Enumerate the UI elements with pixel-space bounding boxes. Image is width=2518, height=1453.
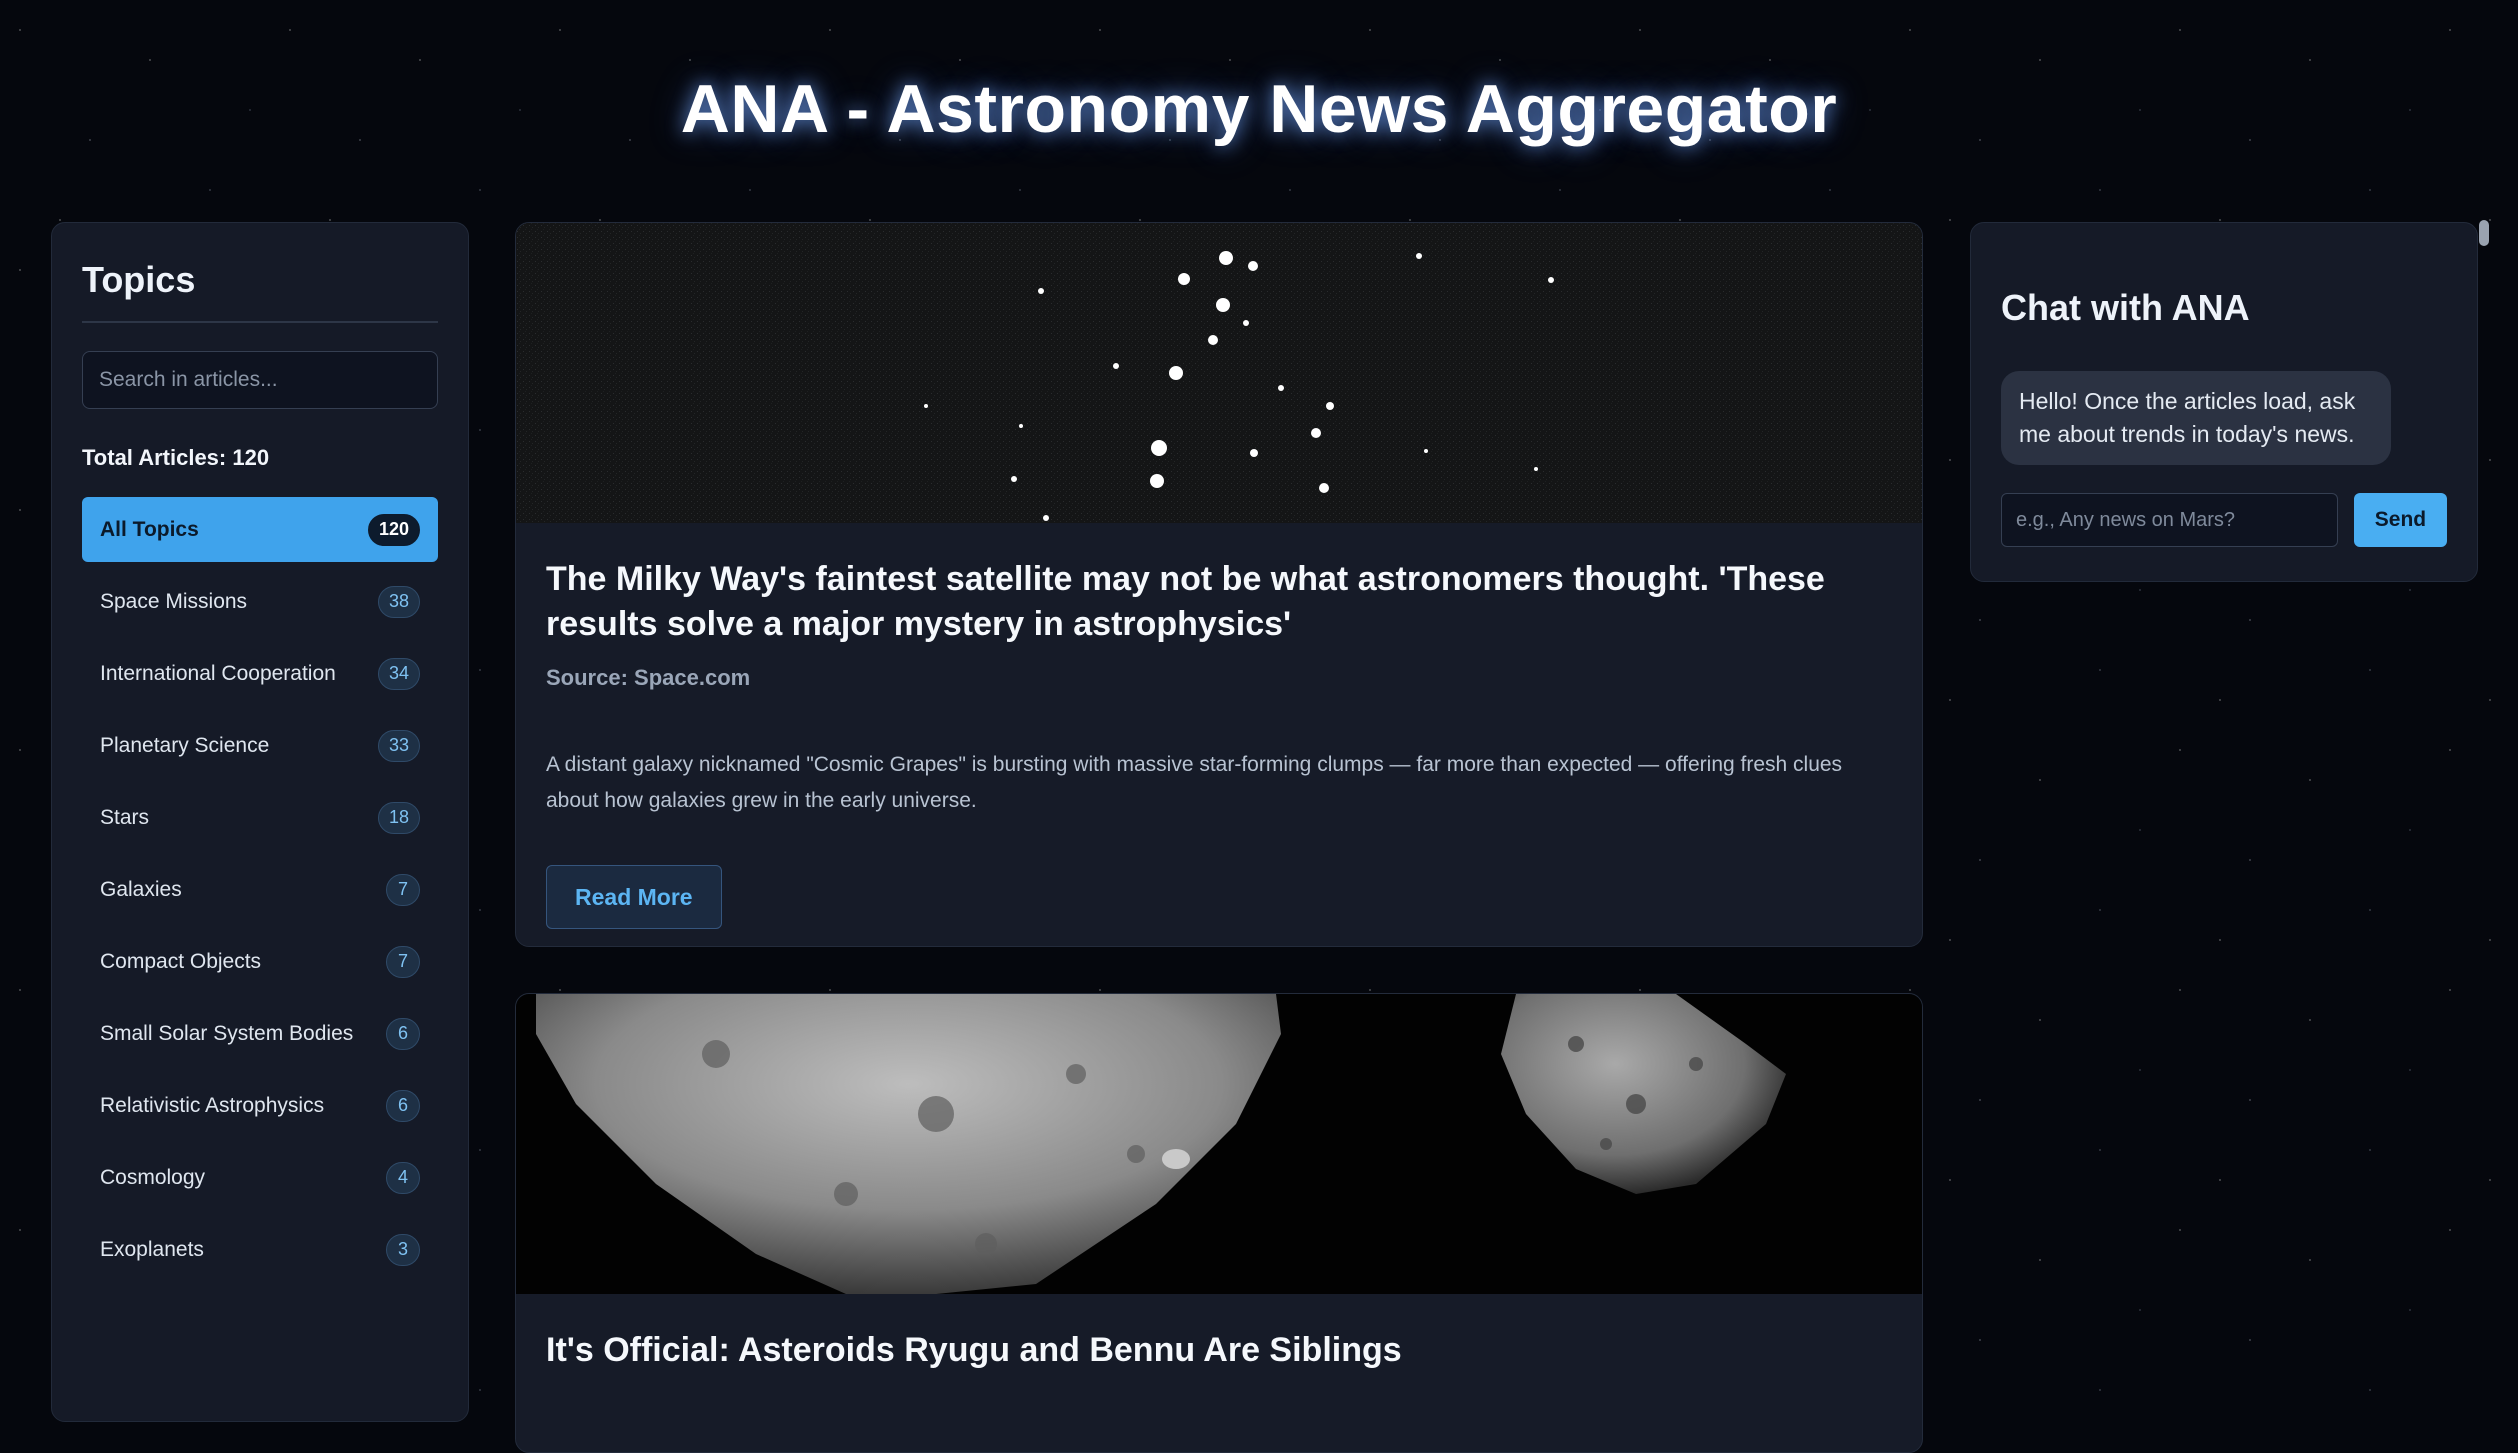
- topics-heading: Topics: [82, 259, 196, 300]
- divider: [82, 321, 438, 323]
- article-source: Source: Space.com: [546, 665, 751, 690]
- topic-label: Space Missions: [100, 589, 248, 613]
- topic-cosmology[interactable]: Cosmology 4: [82, 1145, 438, 1210]
- article-image: [516, 994, 1922, 1294]
- topic-label: Galaxies: [100, 877, 182, 901]
- topic-relativistic-astrophysics[interactable]: Relativistic Astrophysics 6: [82, 1073, 438, 1138]
- topic-space-missions[interactable]: Space Missions 38: [82, 569, 438, 634]
- count-badge: 33: [377, 729, 420, 762]
- topic-label: Relativistic Astrophysics: [100, 1093, 325, 1117]
- topic-compact-objects[interactable]: Compact Objects 7: [82, 929, 438, 994]
- chat-input-row: Send: [2001, 493, 2447, 547]
- topic-planetary-science[interactable]: Planetary Science 33: [82, 713, 438, 778]
- scrollbar-thumb[interactable]: [2479, 220, 2489, 246]
- topics-sidebar: Topics Total Articles: 120 All Topics 12…: [51, 222, 469, 1422]
- page-title: ANA - Astronomy News Aggregator: [680, 71, 1838, 147]
- chat-panel: Chat with ANA Hello! Once the articles l…: [1970, 222, 2478, 582]
- topic-label: Cosmology: [100, 1165, 206, 1189]
- topic-stars[interactable]: Stars 18: [82, 785, 438, 850]
- topic-all-topics[interactable]: All Topics 120: [82, 497, 438, 562]
- chat-heading: Chat with ANA: [2001, 287, 2250, 328]
- page-header: ANA - Astronomy News Aggregator: [0, 70, 2518, 170]
- count-badge: 6: [386, 1089, 420, 1122]
- count-badge: 38: [377, 585, 420, 618]
- article-title[interactable]: The Milky Way's faintest satellite may n…: [546, 557, 1892, 647]
- total-articles: Total Articles: 120: [82, 445, 270, 470]
- count-badge: 18: [377, 801, 420, 834]
- topic-exoplanets[interactable]: Exoplanets 3: [82, 1217, 438, 1282]
- topic-label: Compact Objects: [100, 949, 262, 973]
- star-cluster-image: [516, 223, 1922, 523]
- count-badge: 4: [386, 1161, 420, 1194]
- article-card: It's Official: Asteroids Ryugu and Bennu…: [515, 993, 1923, 1453]
- article-card: The Milky Way's faintest satellite may n…: [515, 222, 1923, 947]
- chat-message-bubble: Hello! Once the articles load, ask me ab…: [2001, 371, 2391, 465]
- topic-list: All Topics 120 Space Missions 38 Interna…: [82, 497, 438, 1282]
- chat-input[interactable]: [2001, 493, 2338, 547]
- topic-label: International Cooperation: [100, 661, 336, 685]
- topic-label: Small Solar System Bodies: [100, 1021, 354, 1045]
- count-badge: 6: [386, 1017, 420, 1050]
- count-badge: 7: [386, 873, 420, 906]
- article-description: A distant galaxy nicknamed "Cosmic Grape…: [546, 753, 1843, 812]
- article-body: The Milky Way's faintest satellite may n…: [516, 523, 1922, 946]
- send-button[interactable]: Send: [2353, 493, 2447, 547]
- topic-label: Exoplanets: [100, 1237, 204, 1261]
- count-badge: 120: [367, 513, 420, 546]
- read-more-button[interactable]: Read More: [546, 865, 722, 929]
- count-badge: 34: [377, 657, 420, 690]
- topic-small-solar-system-bodies[interactable]: Small Solar System Bodies 6: [82, 1001, 438, 1066]
- topic-label: Planetary Science: [100, 733, 270, 757]
- count-badge: 3: [386, 1233, 420, 1266]
- asteroids-image: [536, 994, 1786, 1294]
- article-title[interactable]: It's Official: Asteroids Ryugu and Bennu…: [546, 1328, 1892, 1373]
- search-input[interactable]: [82, 351, 438, 409]
- topic-galaxies[interactable]: Galaxies 7: [82, 857, 438, 922]
- count-badge: 7: [386, 945, 420, 978]
- article-image: [516, 223, 1922, 523]
- article-body: It's Official: Asteroids Ryugu and Bennu…: [516, 1294, 1922, 1407]
- topic-label: Stars: [100, 805, 150, 829]
- topic-label: All Topics: [100, 517, 199, 541]
- topic-international-cooperation[interactable]: International Cooperation 34: [82, 641, 438, 706]
